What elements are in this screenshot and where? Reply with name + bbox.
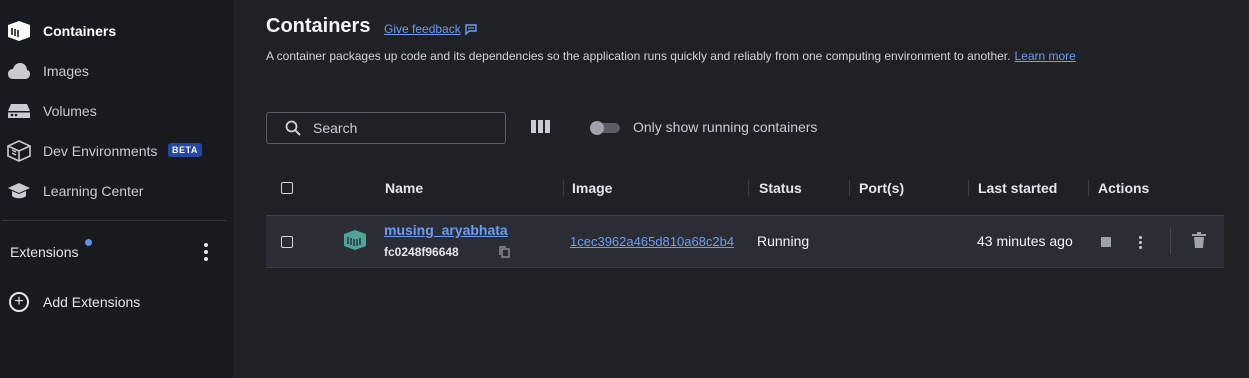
trash-icon[interactable] — [1192, 232, 1206, 248]
give-feedback-link[interactable]: Give feedback — [384, 22, 477, 36]
extensions-menu-button[interactable] — [196, 242, 216, 262]
column-header-name[interactable]: Name — [385, 180, 423, 196]
sidebar-item-label: Learning Center — [43, 183, 144, 199]
sidebar: Containers Images Volumes Dev Environmen… — [0, 0, 234, 378]
sidebar-item-volumes[interactable]: Volumes — [0, 93, 234, 129]
columns-icon — [531, 120, 536, 133]
stop-button[interactable] — [1098, 234, 1114, 250]
volume-icon — [7, 99, 31, 123]
feedback-icon — [465, 23, 477, 35]
add-extensions-label: Add Extensions — [43, 294, 141, 310]
page-title: Containers — [266, 15, 371, 37]
column-header-ports[interactable]: Port(s) — [859, 180, 904, 196]
table-row[interactable]: musing_aryabhata fc0248f96648 1cec3962a4… — [266, 215, 1224, 268]
search-icon — [285, 120, 301, 136]
feedback-label: Give feedback — [384, 22, 461, 36]
sidebar-item-containers[interactable]: Containers — [0, 13, 234, 49]
page-description: A container packages up code and its dep… — [266, 49, 1076, 63]
stop-icon — [1101, 237, 1111, 247]
learn-more-link[interactable]: Learn more — [1014, 49, 1075, 63]
select-all-checkbox[interactable] — [281, 182, 293, 194]
sidebar-divider — [2, 220, 226, 221]
cloud-icon — [7, 59, 31, 83]
graduation-cap-icon — [7, 179, 31, 203]
add-extensions-button[interactable]: + Add Extensions — [0, 288, 234, 318]
running-only-label: Only show running containers — [633, 119, 818, 135]
table-header: Name Image Status Port(s) Last started A… — [266, 172, 1224, 202]
copy-icon[interactable] — [499, 246, 510, 258]
running-only-toggle[interactable] — [590, 121, 620, 135]
row-more-actions-button[interactable] — [1132, 233, 1148, 251]
sidebar-item-label: Dev Environments — [43, 143, 158, 159]
column-header-actions: Actions — [1098, 180, 1150, 196]
description-text: A container packages up code and its dep… — [266, 49, 1011, 63]
column-header-status[interactable]: Status — [759, 180, 802, 196]
sidebar-item-learning-center[interactable]: Learning Center — [0, 173, 234, 209]
last-started-text: 43 minutes ago — [977, 233, 1073, 249]
image-link[interactable]: 1cec3962a465d810a68c2b4 — [570, 234, 748, 249]
container-name-link[interactable]: musing_aryabhata — [384, 222, 508, 238]
sidebar-item-images[interactable]: Images — [0, 53, 234, 89]
extensions-notification-dot — [85, 239, 92, 246]
dev-env-icon — [7, 139, 31, 163]
beta-badge: BETA — [168, 143, 202, 157]
sidebar-item-label: Volumes — [43, 103, 97, 119]
container-icon — [344, 230, 366, 250]
column-header-image[interactable]: Image — [572, 180, 612, 196]
extensions-heading: Extensions — [10, 244, 79, 260]
plus-circle-icon: + — [9, 292, 29, 312]
main-content: Containers Give feedback A container pac… — [234, 0, 1249, 378]
column-header-last-started[interactable]: Last started — [978, 180, 1057, 196]
row-checkbox[interactable] — [281, 236, 293, 248]
sidebar-item-label: Images — [43, 63, 89, 79]
sidebar-item-label: Containers — [43, 23, 117, 39]
search-box[interactable] — [266, 112, 506, 144]
container-icon — [7, 19, 31, 43]
status-text: Running — [757, 233, 810, 249]
sidebar-item-dev-environments[interactable]: Dev Environments BETA — [0, 133, 234, 169]
column-settings-button[interactable] — [531, 120, 551, 136]
container-id: fc0248f96648 — [384, 245, 459, 259]
search-input[interactable] — [313, 119, 493, 137]
